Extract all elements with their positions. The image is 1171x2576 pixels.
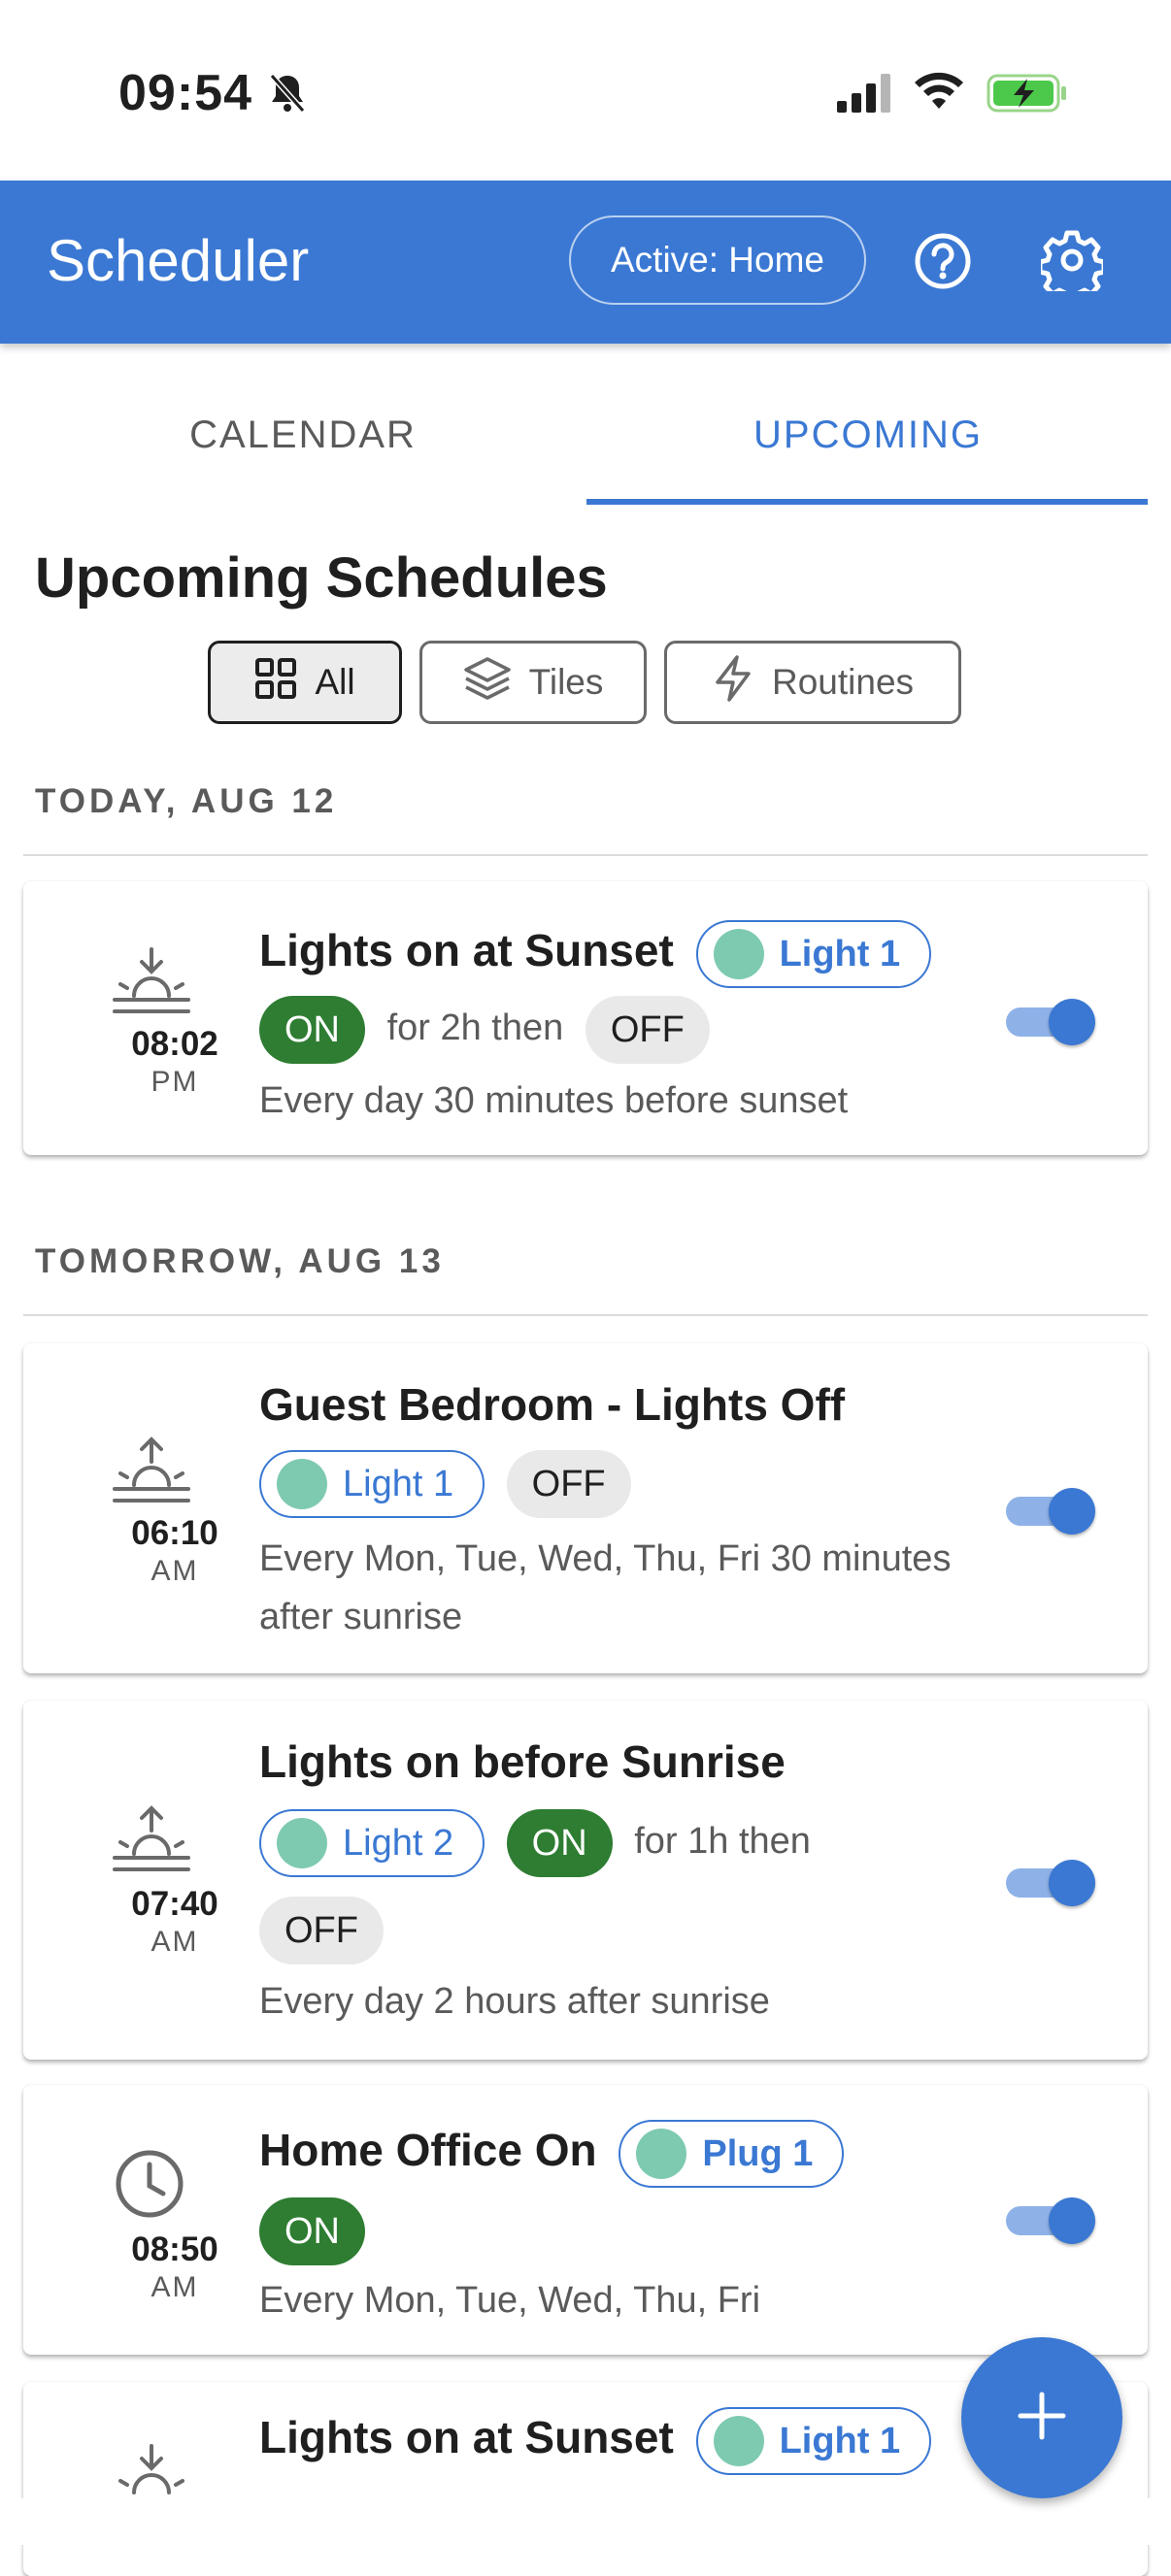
schedule-ampm: PM xyxy=(151,1066,199,1098)
tab-indicator xyxy=(586,499,1148,505)
sunset-icon xyxy=(111,945,192,1020)
on-chip: ON xyxy=(506,1809,613,1877)
page-title: Upcoming Schedules xyxy=(35,546,608,610)
sunrise-icon xyxy=(111,1435,192,1509)
duration-text: for 2h then xyxy=(386,1007,564,1049)
filter-tiles-label: Tiles xyxy=(528,662,604,702)
status-time: 09:54 xyxy=(118,65,252,121)
section-divider xyxy=(23,854,1148,856)
help-icon[interactable] xyxy=(913,231,973,296)
schedule-ampm: AM xyxy=(151,2271,199,2303)
schedule-actions: ON xyxy=(259,2197,365,2265)
off-chip: OFF xyxy=(506,1450,631,1518)
wifi-icon xyxy=(913,70,965,116)
cellular-signal-icon xyxy=(837,74,893,117)
add-schedule-button[interactable] xyxy=(961,2337,1122,2498)
schedule-description: Every Mon, Tue, Wed, Thu, Fri xyxy=(259,2280,761,2321)
schedule-description: Every day 30 minutes before sunset xyxy=(259,1080,849,1121)
schedule-ampm: AM xyxy=(151,1555,199,1587)
filter-routines-button[interactable]: Routines xyxy=(664,641,961,724)
schedule-toggle[interactable] xyxy=(1002,993,1109,1051)
bottom-edge xyxy=(0,2498,1171,2545)
schedule-actions-wrap: OFF xyxy=(259,1897,384,1965)
on-chip: ON xyxy=(259,996,365,1064)
clock-icon xyxy=(113,2147,186,2226)
device-label: Light 1 xyxy=(779,933,901,974)
device-label: Light 1 xyxy=(779,2420,901,2461)
off-chip: OFF xyxy=(259,1897,384,1965)
schedule-actions: ON for 2h then OFF xyxy=(259,996,710,1064)
status-bar: 09:54 xyxy=(0,0,1171,181)
section-divider xyxy=(23,1314,1148,1316)
schedule-time: 08:02 xyxy=(131,1025,218,1063)
schedule-ampm: AM xyxy=(151,1926,199,1958)
sunrise-icon xyxy=(111,1803,192,1878)
duration-text: for 1h then xyxy=(634,1821,811,1863)
schedule-time: 07:40 xyxy=(131,1885,218,1923)
schedule-name: Lights on at Sunset Light 1 xyxy=(259,920,932,988)
schedule-name: Lights on before Sunrise xyxy=(259,1736,786,1787)
settings-gear-icon[interactable] xyxy=(1037,229,1107,304)
schedule-time: 06:10 xyxy=(131,1514,218,1552)
device-chip[interactable]: Light 1 xyxy=(695,920,932,988)
schedule-name-text: Home Office On xyxy=(259,2125,597,2176)
schedule-card[interactable]: 08:02 PM Lights on at Sunset Light 1 ON … xyxy=(23,881,1148,1155)
schedule-card[interactable]: 08:50 AM Home Office On Plug 1 ON Every … xyxy=(23,2085,1148,2355)
schedule-actions: Light 2 ON for 1h then xyxy=(259,1809,811,1877)
device-dot xyxy=(636,2129,687,2179)
filter-all-button[interactable]: All xyxy=(208,641,402,724)
filter-routines-label: Routines xyxy=(771,662,915,702)
tab-bar: CALENDAR UPCOMING xyxy=(0,344,1171,509)
device-dot xyxy=(277,1459,327,1509)
bell-muted-icon xyxy=(268,72,307,119)
device-dot xyxy=(713,929,764,979)
device-label: Plug 1 xyxy=(702,2132,814,2174)
grid-icon xyxy=(254,657,297,709)
section-header-tomorrow: TOMORROW, AUG 13 xyxy=(35,1242,445,1280)
schedule-name: Guest Bedroom - Lights Off xyxy=(259,1379,846,1430)
device-chip[interactable]: Plug 1 xyxy=(619,2120,845,2188)
app-title: Scheduler xyxy=(47,228,310,293)
off-chip: OFF xyxy=(585,996,710,1064)
schedule-card[interactable]: 07:40 AM Lights on before Sunrise Light … xyxy=(23,1701,1148,2060)
app-bar: Scheduler Active: Home xyxy=(0,181,1171,344)
schedule-time: 08:50 xyxy=(131,2230,218,2268)
schedule-name: Home Office On Plug 1 xyxy=(259,2120,845,2188)
schedule-card[interactable]: 06:10 AM Guest Bedroom - Lights Off Ligh… xyxy=(23,1343,1148,1673)
plus-icon xyxy=(1015,2389,1069,2448)
schedule-toggle[interactable] xyxy=(1002,2192,1109,2250)
schedule-toggle[interactable] xyxy=(1002,1482,1109,1540)
schedule-description: Every day 2 hours after sunrise xyxy=(259,1981,770,2022)
battery-charging-icon xyxy=(987,74,1068,117)
lightning-icon xyxy=(712,654,754,711)
filter-tiles-button[interactable]: Tiles xyxy=(419,641,647,724)
device-label: Light 2 xyxy=(343,1822,454,1864)
schedule-name-text: Lights on at Sunset xyxy=(259,2412,674,2463)
tab-calendar[interactable]: CALENDAR xyxy=(21,413,585,457)
device-dot xyxy=(713,2416,764,2466)
device-chip[interactable]: Light 1 xyxy=(259,1450,485,1518)
active-home-button[interactable]: Active: Home xyxy=(569,215,866,305)
device-dot xyxy=(277,1818,327,1868)
schedule-name: Lights on at Sunset Light 1 xyxy=(259,2407,932,2475)
schedule-actions: Light 1 OFF xyxy=(259,1450,631,1518)
device-chip[interactable]: Light 2 xyxy=(259,1809,485,1877)
layers-icon xyxy=(463,656,512,710)
device-chip[interactable]: Light 1 xyxy=(695,2407,932,2475)
on-chip: ON xyxy=(259,2197,365,2265)
schedule-toggle[interactable] xyxy=(1002,1854,1109,1912)
tab-upcoming[interactable]: UPCOMING xyxy=(586,413,1150,457)
schedule-description: Every Mon, Tue, Wed, Thu, Fri 30 minutes… xyxy=(259,1538,952,1637)
schedule-name-text: Lights on at Sunset xyxy=(259,925,674,976)
filter-all-label: All xyxy=(315,662,355,702)
device-label: Light 1 xyxy=(343,1463,454,1504)
section-header-today: TODAY, AUG 12 xyxy=(35,782,338,820)
